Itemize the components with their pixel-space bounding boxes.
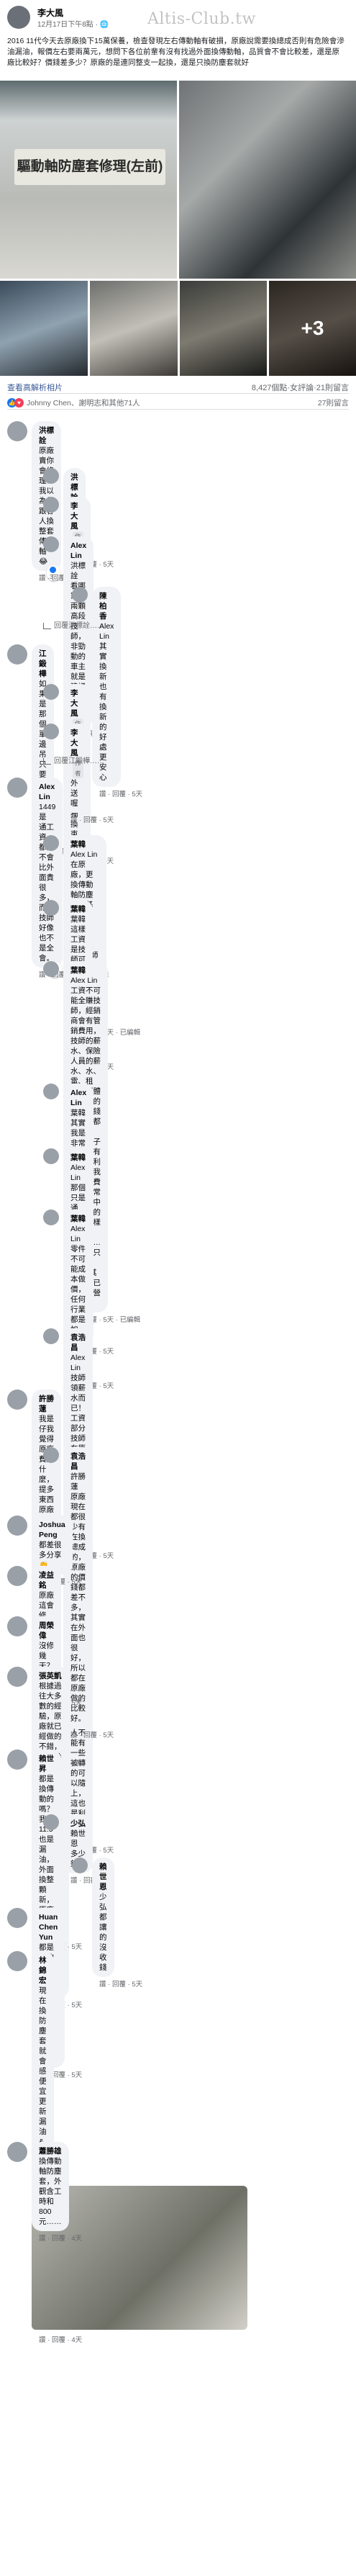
comment-actions[interactable]: 讚 · 回覆 · 5天 (99, 788, 142, 798)
photo-sign-text: 驅動軸防塵套修理(左前) (14, 149, 165, 185)
commenter-avatar[interactable] (43, 1210, 59, 1225)
commenter-name[interactable]: 少弘 (70, 1819, 86, 1829)
commenter-avatar[interactable] (43, 900, 59, 916)
photo-5[interactable] (180, 281, 267, 376)
commenter-avatar[interactable] (43, 497, 59, 513)
commenter-name[interactable]: 蕭勝雄 (39, 2146, 62, 2156)
comment-text: 許勝蓮 原廠現在都很少有在換總成的，原廠的價錢都差不多，其實在外面也很好，所以都… (70, 1472, 86, 1723)
commenter-avatar[interactable] (7, 421, 27, 441)
commenter-name[interactable]: 李大風作者 (70, 728, 83, 778)
commenter-avatar[interactable] (43, 1447, 59, 1463)
commenter-avatar[interactable] (72, 1857, 88, 1873)
commenter-avatar[interactable] (43, 468, 59, 484)
commenter-avatar[interactable] (43, 724, 59, 739)
commenter-name[interactable]: Huan Chen Yun (39, 1912, 58, 1942)
photo-1[interactable]: 驅動軸防塵套修理(左前) (0, 81, 177, 279)
public-globe-icon: 🌐 (99, 21, 109, 29)
comment-text: 少弘 都讓的沒收錢 (99, 1893, 107, 1972)
commenter-name[interactable]: 賴世昇 (39, 1754, 54, 1774)
love-icon: ♥ (14, 398, 24, 407)
commenter-name[interactable]: 張英凱 (39, 1671, 62, 1681)
commenter-avatar[interactable] (43, 835, 59, 851)
photo-6[interactable]: +3 (269, 281, 356, 376)
comment-actions[interactable]: 讚 · 回覆 · 4天 (39, 2233, 82, 2243)
more-photos-count: +3 (269, 281, 356, 376)
commenter-name[interactable]: 袁浩昌 (70, 1451, 86, 1472)
comment-text: 1449是 通工資，都是不會比外面貴很多，而且技師好像也不是全會。 (39, 803, 56, 963)
photo-2[interactable] (179, 81, 356, 279)
photo-stats: 8,427個點·女評論·21則留言 (251, 384, 349, 392)
commenter-avatar[interactable] (7, 1667, 27, 1687)
commenter-name[interactable]: 許勝蓮 (39, 1394, 54, 1414)
commenter-name[interactable]: 江鍛樺 (39, 649, 47, 679)
reply-arrow-icon (43, 622, 51, 629)
commenter-avatar[interactable] (72, 587, 88, 603)
commenter-name[interactable]: 賴世恩 (99, 1862, 107, 1892)
commenter-avatar[interactable] (7, 644, 27, 665)
comment-bubble: 賴世恩 少弘 都讓的沒收錢 (92, 1857, 114, 1977)
comment-actions[interactable]: 讚 · 回覆 · 5天 (70, 1729, 114, 1739)
comment-count[interactable]: 27則留言 (318, 397, 349, 408)
comment-actions[interactable]: 讚 · 回覆 · 5天 (70, 814, 114, 824)
commenter-name[interactable]: Joshua Peng (39, 1520, 65, 1540)
comment-text: 換傳動軸防塵套，外觀含工時和800元…… (39, 2157, 62, 2226)
comment-actions[interactable]: 讚 · 回覆 · 4天 (39, 2334, 82, 2344)
commenter-avatar[interactable] (43, 1328, 59, 1344)
commenter-name[interactable]: 凌益銘 (39, 1570, 54, 1590)
divider (7, 409, 349, 410)
commenter-avatar[interactable] (7, 1566, 27, 1586)
commenter-avatar[interactable] (7, 1390, 27, 1410)
commenter-name[interactable]: 葉韓 (70, 904, 86, 914)
post-body-text: 2016 11代今天去原廠換下15萬保養，檢查發現左右傳動軸有破損，原廠說需要換… (7, 37, 344, 67)
commenter-avatar[interactable] (43, 684, 59, 700)
author-avatar[interactable] (7, 6, 30, 29)
comment-bubble: 蕭勝雄 換傳動軸防塵套，外觀含工時和800元…… (32, 2142, 69, 2231)
facebook-post-page: Altis-Club.tw 李大風 12月17日下午8點 · 🌐 2016 11… (0, 0, 356, 2576)
view-replies-link[interactable]: 回覆洪標詮…… (43, 619, 104, 630)
commenter-name[interactable]: Alex Lin (70, 541, 86, 561)
comment-actions[interactable]: 讚 · 回覆 · 5天 (99, 1978, 142, 1989)
photo-grid: 驅動軸防塵套修理(左前) +3 (0, 81, 356, 376)
commenter-avatar[interactable] (7, 1908, 27, 1928)
photo-3[interactable] (0, 281, 88, 376)
photo-4[interactable] (90, 281, 178, 376)
commenter-name[interactable]: Alex Lin (70, 1088, 86, 1108)
commenter-avatar[interactable] (43, 1148, 59, 1164)
commenter-name[interactable]: 葉韓 (70, 1153, 86, 1163)
comment-bubble: 李大風作者 外送喔 (63, 724, 91, 813)
commenter-name[interactable]: 葉韓 (70, 839, 99, 850)
commenter-name[interactable]: 林錦宏 (39, 1955, 47, 1986)
commenter-name[interactable]: 洪標詮 (39, 425, 54, 446)
reply-arrow-icon (43, 757, 51, 765)
commenter-avatar[interactable] (7, 778, 27, 798)
post-timestamp[interactable]: 12月17日下午8點 · 🌐 (37, 18, 109, 29)
commenter-avatar[interactable] (7, 1749, 27, 1770)
commenter-avatar[interactable] (43, 536, 59, 552)
commenter-avatar[interactable] (7, 1516, 27, 1536)
commenter-name[interactable]: 周榮偉 (39, 1621, 54, 1641)
view-hd-link[interactable]: 查看高解析相片 (7, 382, 63, 393)
reaction-summary[interactable]: 👍 ♥ Johnny Chen、謝明志和其他71人 (7, 397, 140, 408)
commenter-avatar[interactable] (43, 961, 59, 977)
commenter-avatar[interactable] (7, 1616, 27, 1636)
post-header: 李大風 12月17日下午8點 · 🌐 (7, 4, 349, 33)
commenter-name[interactable]: 葉韓 (70, 1214, 86, 1224)
comment-text: 外送喔 (70, 779, 78, 808)
commenter-avatar[interactable] (43, 1084, 59, 1099)
commenter-avatar[interactable] (7, 1951, 27, 1971)
commenter-name[interactable]: Alex Lin (39, 782, 55, 802)
view-replies-link[interactable]: 回覆江鍛樺…… (43, 755, 104, 765)
commenter-avatar[interactable] (7, 2142, 27, 2162)
comment-bubble: Alex Lin1449是 通工資，都是不會比外面貴很多，而且技師好像也不是全會… (32, 778, 63, 968)
commenter-name[interactable]: 袁浩昌 (70, 1333, 86, 1353)
post-author-name[interactable]: 李大風 (37, 6, 63, 19)
commenter-avatar[interactable] (43, 1814, 59, 1830)
commenter-name[interactable]: 陳柏香 (99, 591, 114, 621)
divider (7, 393, 349, 394)
commenter-name[interactable]: 葉韓 (70, 965, 101, 976)
